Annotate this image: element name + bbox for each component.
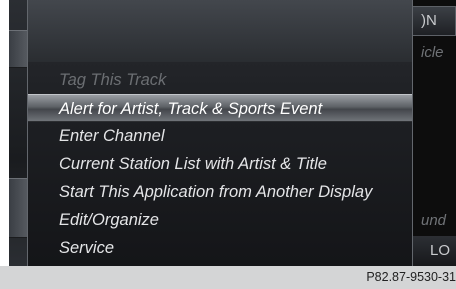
background-second-label: icle	[421, 44, 444, 61]
background-sound-label: und	[421, 212, 447, 229]
left-edge-tab-lower[interactable]	[9, 178, 27, 238]
menu-item-enter-channel[interactable]: Enter Channel	[28, 122, 412, 150]
caption-bar: P82.87-9530-31	[0, 266, 456, 289]
menu-item-alert-for-artist[interactable]: Alert for Artist, Track & Sports Event	[28, 94, 412, 122]
menu-header-area	[28, 0, 412, 62]
left-edge-tab-upper[interactable]	[9, 30, 27, 68]
background-top-label: )N	[421, 12, 437, 29]
background-bottom-label: LO	[429, 242, 450, 259]
menu-item-service[interactable]: Service	[28, 234, 412, 262]
options-menu: Tag This Track Alert for Artist, Track &…	[27, 0, 413, 266]
menu-item-start-from-another-display[interactable]: Start This Application from Another Disp…	[28, 178, 412, 206]
menu-item-edit-organize[interactable]: Edit/Organize	[28, 206, 412, 234]
menu-item-tag-this-track: Tag This Track	[59, 71, 167, 89]
figure-caption: P82.87-9530-31	[366, 270, 456, 284]
infotainment-screen: )N icle und LO Tag This Track Alert for …	[9, 0, 456, 266]
menu-item-current-station-list[interactable]: Current Station List with Artist & Title	[28, 150, 412, 178]
